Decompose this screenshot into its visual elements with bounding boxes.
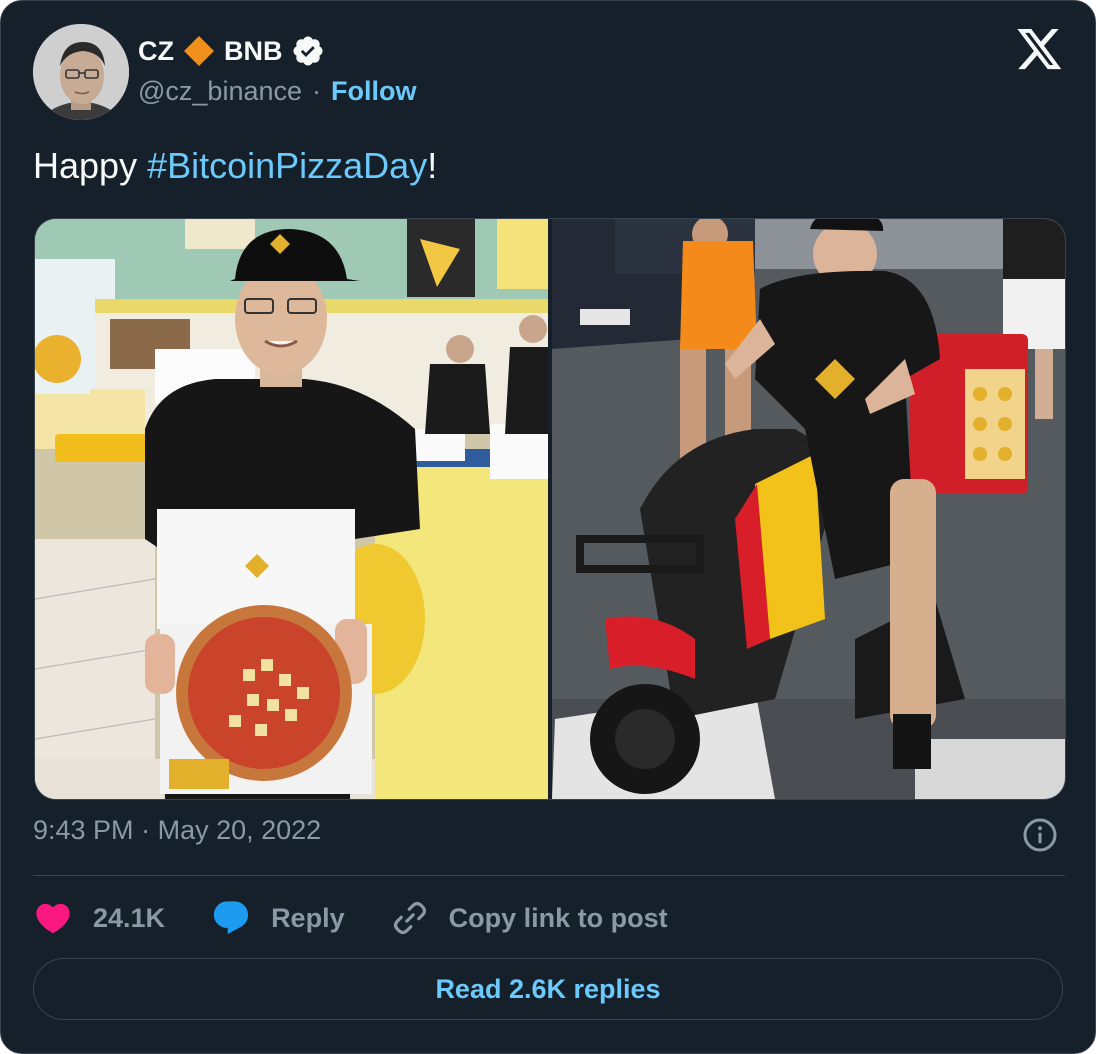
verified-badge-icon bbox=[292, 36, 323, 66]
scooter-photo[interactable] bbox=[552, 219, 1065, 799]
avatar-photo bbox=[33, 24, 129, 120]
heart-icon bbox=[36, 903, 70, 934]
like-button[interactable]: 24.1K bbox=[33, 898, 165, 938]
tweet-timestamp[interactable]: 9:43 PM · May 20, 2022 bbox=[33, 815, 321, 846]
reply-button[interactable]: Reply bbox=[211, 898, 345, 938]
author-name-suffix[interactable]: BNB bbox=[224, 36, 283, 67]
media-images bbox=[35, 219, 1065, 799]
pizza-shop-photo[interactable] bbox=[35, 219, 548, 799]
x-logo-icon[interactable] bbox=[1017, 29, 1063, 71]
tweet-text-start: Happy bbox=[33, 145, 148, 186]
handle-separator: · bbox=[312, 75, 322, 106]
read-replies-button[interactable]: Read 2.6K replies bbox=[33, 958, 1063, 1020]
action-bar: 24.1K Reply Copy link to post bbox=[33, 893, 714, 943]
like-count: 24.1K bbox=[93, 902, 166, 933]
handle-row: @cz_binance · Follow bbox=[138, 71, 417, 111]
tweet-text: Happy #BitcoinPizzaDay! bbox=[33, 145, 437, 187]
reply-label: Reply bbox=[271, 902, 345, 933]
link-icon bbox=[393, 901, 426, 935]
divider bbox=[33, 875, 1065, 876]
read-replies-label: Read 2.6K replies bbox=[435, 973, 661, 1004]
copy-link-label: Copy link to post bbox=[448, 902, 668, 933]
tweet-date: May 20, 2022 bbox=[157, 815, 322, 845]
tweet-time: 9:43 PM bbox=[33, 815, 134, 845]
avatar[interactable] bbox=[33, 24, 129, 120]
hashtag-link[interactable]: #BitcoinPizzaDay bbox=[147, 145, 427, 186]
copy-link-button[interactable]: Copy link to post bbox=[391, 899, 668, 937]
author-name-row[interactable]: CZ BNB bbox=[138, 31, 325, 71]
tweet-card: CZ BNB @cz_binance · Follow Happy #Bitco… bbox=[0, 0, 1096, 1054]
media-grid bbox=[34, 218, 1066, 800]
reply-bubble-icon bbox=[213, 901, 249, 935]
diamond-icon bbox=[184, 36, 214, 66]
author-name[interactable]: CZ bbox=[138, 36, 174, 67]
author-handle[interactable]: @cz_binance bbox=[138, 76, 302, 107]
time-separator: · bbox=[141, 815, 151, 845]
info-icon[interactable] bbox=[1022, 817, 1058, 853]
tweet-text-end: ! bbox=[427, 145, 438, 186]
follow-button[interactable]: Follow bbox=[331, 76, 416, 107]
